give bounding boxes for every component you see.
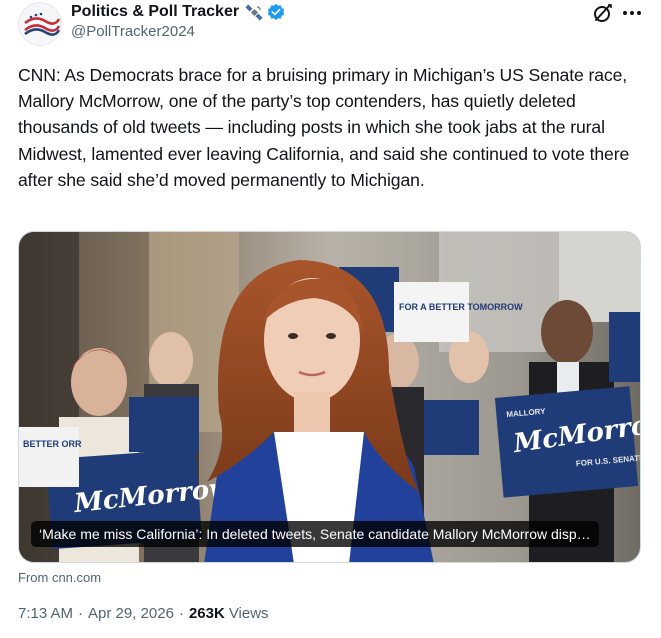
article-headline-caption[interactable]: ‘Make me miss California’: In deleted tw… [31, 521, 599, 547]
tweet-text: CNN: As Democrats brace for a bruising p… [18, 65, 630, 190]
author-display-name[interactable]: Politics & Poll Tracker [71, 3, 239, 21]
link-card[interactable]: McMorrow FOR A BETTER TOMORROW MALLORY M… [18, 231, 641, 563]
link-source[interactable]: From cnn.com [18, 570, 101, 585]
author-avatar[interactable] [18, 2, 62, 46]
meta-separator-2: · [178, 605, 184, 622]
views-count[interactable]: 263K [189, 605, 225, 622]
tweet-header: Politics & Poll Tracker @PollTracker2024 [18, 0, 644, 50]
sign-text-white: FOR A BETTER TOMORROW [399, 302, 523, 312]
tweet-time[interactable]: 7:13 AM [18, 605, 73, 622]
tweet-meta: 7:13 AM · Apr 29, 2026 · 263K Views [18, 605, 269, 622]
tweet-date[interactable]: Apr 29, 2026 [88, 605, 174, 622]
views-label: Views [228, 605, 269, 622]
flag-swoosh-avatar-icon [19, 3, 61, 45]
verified-badge-icon [267, 3, 285, 21]
author-handle[interactable]: @PollTracker2024 [71, 23, 195, 40]
article-photo[interactable]: McMorrow FOR A BETTER TOMORROW MALLORY M… [19, 232, 641, 563]
more-icon[interactable] [620, 2, 644, 24]
sign-text-partial: BETTER ORR [23, 439, 82, 449]
satellite-icon [245, 4, 263, 21]
meta-separator: · [78, 605, 84, 622]
author-name-row: Politics & Poll Tracker [71, 2, 285, 22]
grok-icon[interactable] [592, 2, 614, 24]
